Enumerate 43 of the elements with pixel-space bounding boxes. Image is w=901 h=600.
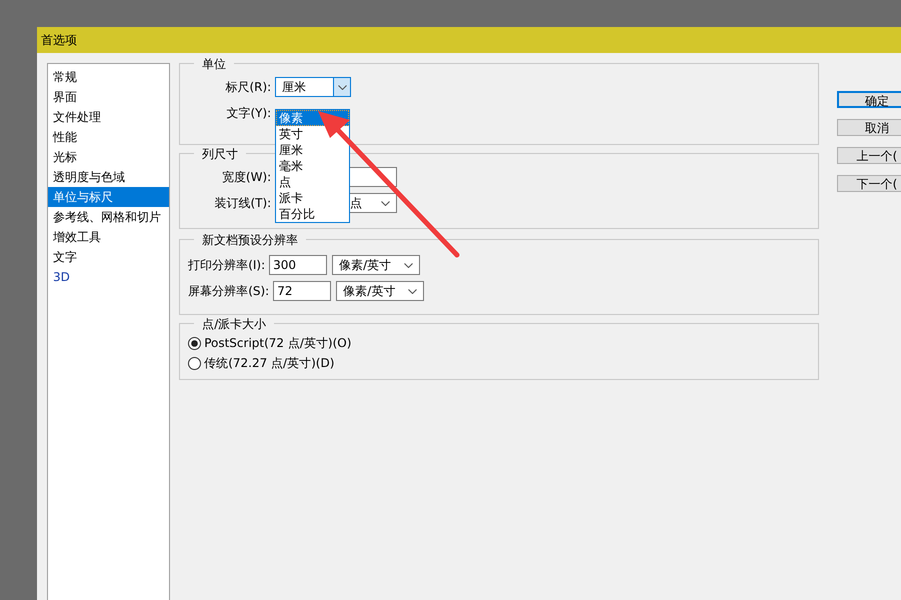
sidebar-item[interactable]: 单位与标尺 xyxy=(48,187,170,207)
field-label: 屏幕分辨率(S): xyxy=(188,282,270,300)
field-label: 标尺(R): xyxy=(224,78,272,96)
chevron-down-icon xyxy=(408,288,418,294)
dropdown-option[interactable]: 点 xyxy=(276,174,350,190)
sidebar-item[interactable]: 文件处理 xyxy=(48,107,170,127)
dialog-button[interactable]: 确定 xyxy=(837,91,901,108)
dialog-button[interactable]: 上一个( xyxy=(837,147,901,164)
input-field[interactable]: 72 xyxy=(273,281,332,301)
sidebar-item[interactable]: 性能 xyxy=(48,127,170,147)
sidebar-item[interactable]: 常规 xyxy=(48,67,170,87)
group-title: 单位 xyxy=(194,56,234,73)
sidebar-item[interactable]: 透明度与色域 xyxy=(48,167,170,187)
window-title: 首选项 xyxy=(41,32,77,48)
sidebar-item[interactable]: 参考线、网格和切片 xyxy=(48,207,170,227)
dropdown-option[interactable]: 毫米 xyxy=(276,158,350,174)
dropdown-option[interactable]: 英寸 xyxy=(276,126,350,142)
radio-button[interactable] xyxy=(188,336,202,350)
field-label: 文字(Y): xyxy=(225,104,272,122)
field-label: 宽度(W): xyxy=(220,168,272,186)
group-title: 列尺寸 xyxy=(194,146,246,163)
sidebar-item[interactable]: 3D xyxy=(48,267,170,287)
unit-dropdown[interactable]: 像素/英寸 xyxy=(336,281,424,301)
ruler-unit-dropdown[interactable]: 厘米 xyxy=(275,77,352,97)
input-field[interactable]: 300 xyxy=(269,255,328,275)
field-label: 打印分辨率(I): xyxy=(188,256,266,274)
radio-label: PostScript(72 点/英寸)(O) xyxy=(204,334,352,352)
radio-label: 传统(72.27 点/英寸)(D) xyxy=(204,354,334,372)
chevron-down-icon xyxy=(404,262,414,268)
chevron-down-icon xyxy=(381,200,390,206)
sidebar-item[interactable]: 文字 xyxy=(48,247,170,267)
sidebar-item[interactable]: 界面 xyxy=(48,87,170,107)
sidebar-item[interactable]: 增效工具 xyxy=(48,227,170,247)
sidebar-item[interactable]: 光标 xyxy=(48,147,170,167)
dialog-button[interactable]: 下一个( xyxy=(837,175,901,192)
dialog-button[interactable]: 取消 xyxy=(837,119,901,136)
dropdown-option[interactable]: 厘米 xyxy=(276,142,350,158)
radio-button[interactable] xyxy=(188,356,202,370)
group-title: 新文档预设分辨率 xyxy=(194,232,306,249)
field-label: 装订线(T): xyxy=(213,194,272,212)
chevron-down-icon xyxy=(338,84,347,90)
group-title: 点/派卡大小 xyxy=(194,316,274,333)
unit-dropdown[interactable]: 像素/英寸 xyxy=(332,255,420,275)
